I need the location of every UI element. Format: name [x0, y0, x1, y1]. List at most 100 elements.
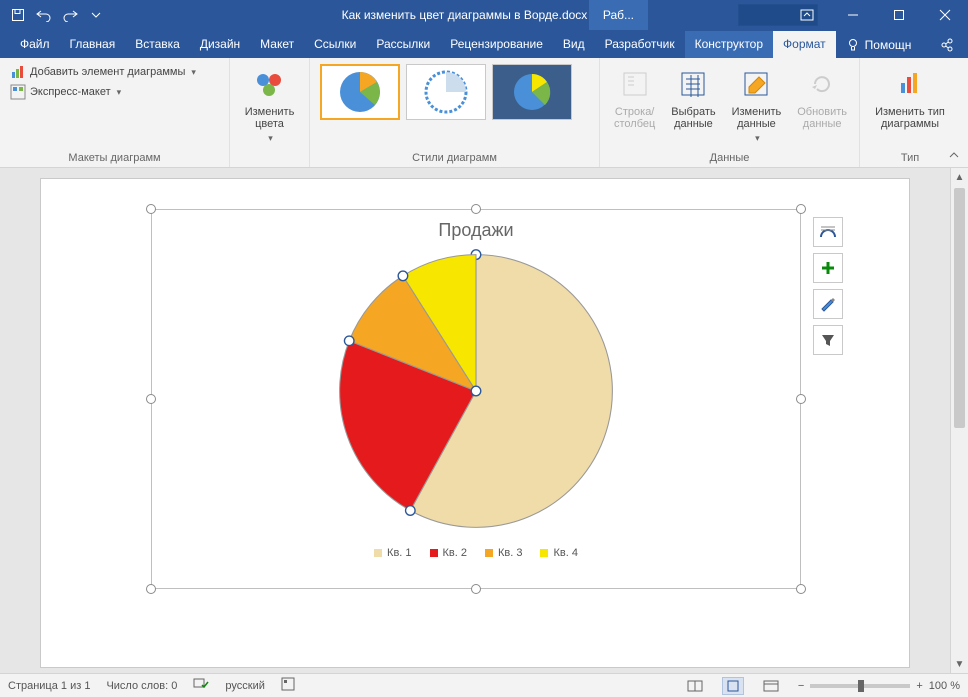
change-colors-label: Изменить цвета: [244, 106, 295, 130]
edit-data-label: Изменить данные: [732, 106, 782, 130]
legend-item[interactable]: Кв. 1: [374, 547, 411, 559]
status-macro-icon[interactable]: [281, 677, 295, 694]
group-label-layouts: Макеты диаграмм: [6, 150, 223, 167]
tab-layout[interactable]: Макет: [250, 31, 304, 58]
zoom-slider[interactable]: [810, 684, 910, 688]
close-button[interactable]: [922, 0, 968, 30]
tab-design[interactable]: Дизайн: [190, 31, 250, 58]
legend-label: Кв. 2: [443, 547, 467, 559]
legend-label: Кв. 4: [553, 547, 577, 559]
refresh-data: Обновить данные: [789, 62, 855, 148]
zoom-in[interactable]: +: [916, 680, 922, 692]
pie-chart[interactable]: [326, 241, 626, 541]
tab-chart-format[interactable]: Формат: [773, 31, 836, 58]
undo-button[interactable]: [32, 3, 56, 27]
chart-title[interactable]: Продажи: [152, 220, 800, 241]
vertical-scrollbar[interactable]: ▲ ▼: [950, 168, 968, 673]
minimize-button[interactable]: [830, 0, 876, 30]
legend-swatch: [374, 549, 382, 557]
group-label-styles: Стили диаграмм: [316, 150, 593, 167]
maximize-button[interactable]: [876, 0, 922, 30]
tab-developer[interactable]: Разработчик: [595, 31, 685, 58]
share-button[interactable]: [926, 32, 968, 58]
view-web-layout[interactable]: [760, 677, 782, 695]
resize-handle[interactable]: [796, 584, 806, 594]
legend-item[interactable]: Кв. 3: [485, 547, 522, 559]
status-spellcheck-icon[interactable]: [193, 677, 209, 694]
change-type-icon: [892, 66, 928, 102]
layout-options-button[interactable]: [813, 217, 843, 247]
switch-icon: [617, 66, 653, 102]
switch-label: Строка/столбец: [614, 106, 655, 130]
scroll-up[interactable]: ▲: [951, 168, 968, 186]
resize-handle[interactable]: [146, 584, 156, 594]
tab-view[interactable]: Вид: [553, 31, 595, 58]
share-icon: [940, 38, 954, 52]
change-colors[interactable]: Изменить цвета ▾: [236, 62, 303, 148]
chevron-down-icon: ▾: [117, 87, 122, 98]
refresh-label: Обновить данные: [797, 106, 847, 130]
refresh-icon: [804, 66, 840, 102]
change-colors-icon: [252, 66, 288, 102]
chart-tools-context-tab: Раб...: [589, 0, 648, 30]
legend-item[interactable]: Кв. 4: [540, 547, 577, 559]
legend-label: Кв. 1: [387, 547, 411, 559]
add-chart-element[interactable]: Добавить элемент диаграммы ▾: [6, 62, 223, 82]
select-data-icon: [675, 66, 711, 102]
add-element-icon: [10, 64, 26, 80]
tab-mailings[interactable]: Рассылки: [366, 31, 440, 58]
legend-swatch: [430, 549, 438, 557]
ribbon-display-options[interactable]: [784, 0, 830, 30]
tell-me-label: Помощн: [865, 38, 912, 52]
resize-handle[interactable]: [471, 584, 481, 594]
resize-handle[interactable]: [796, 204, 806, 214]
legend-item[interactable]: Кв. 2: [430, 547, 467, 559]
tell-me[interactable]: Помощн: [836, 32, 922, 58]
tab-references[interactable]: Ссылки: [304, 31, 366, 58]
quick-layout-label: Экспресс-макет: [30, 86, 111, 98]
chevron-down-icon: ▾: [191, 67, 196, 78]
lightbulb-icon: [846, 38, 860, 52]
resize-handle[interactable]: [471, 204, 481, 214]
document-page[interactable]: Продажи Кв. 1 Кв. 2 Кв. 3 Кв. 4: [40, 178, 910, 668]
tab-home[interactable]: Главная: [60, 31, 126, 58]
change-type-label: Изменить тип диаграммы: [874, 106, 946, 130]
edit-data-icon: [738, 66, 774, 102]
chart-style-3[interactable]: [492, 64, 572, 120]
view-read-mode[interactable]: [684, 677, 706, 695]
quick-layout[interactable]: Экспресс-макет ▾: [6, 82, 223, 102]
legend-label: Кв. 3: [498, 547, 522, 559]
status-page[interactable]: Страница 1 из 1: [8, 680, 90, 692]
tab-review[interactable]: Рецензирование: [440, 31, 553, 58]
chevron-down-icon: ▾: [755, 134, 760, 144]
status-word-count[interactable]: Число слов: 0: [106, 680, 177, 692]
chart-elements-button[interactable]: [813, 253, 843, 283]
collapse-ribbon[interactable]: [946, 147, 962, 163]
chart-legend[interactable]: Кв. 1 Кв. 2 Кв. 3 Кв. 4: [152, 547, 800, 559]
chart-object[interactable]: Продажи Кв. 1 Кв. 2 Кв. 3 Кв. 4: [151, 209, 801, 589]
view-print-layout[interactable]: [722, 677, 744, 695]
scroll-thumb[interactable]: [954, 188, 965, 428]
change-chart-type[interactable]: Изменить тип диаграммы: [866, 62, 954, 134]
scroll-down[interactable]: ▼: [951, 655, 968, 673]
resize-handle[interactable]: [146, 204, 156, 214]
chart-filters-button[interactable]: [813, 325, 843, 355]
edit-data[interactable]: Изменить данные ▾: [724, 62, 790, 148]
redo-button[interactable]: [58, 3, 82, 27]
quick-layout-icon: [10, 84, 26, 100]
qat-customize[interactable]: [84, 3, 108, 27]
chevron-down-icon: ▾: [268, 134, 273, 144]
select-data[interactable]: Выбрать данные: [663, 62, 723, 148]
status-language[interactable]: русский: [225, 680, 264, 692]
save-button[interactable]: [6, 3, 30, 27]
select-data-label: Выбрать данные: [671, 106, 715, 130]
add-element-label: Добавить элемент диаграммы: [30, 66, 185, 78]
chart-style-1[interactable]: [320, 64, 400, 120]
zoom-out[interactable]: −: [798, 680, 804, 692]
chart-styles-button[interactable]: [813, 289, 843, 319]
tab-insert[interactable]: Вставка: [125, 31, 190, 58]
chart-style-2[interactable]: [406, 64, 486, 120]
tab-chart-design[interactable]: Конструктор: [685, 31, 773, 58]
tab-file[interactable]: Файл: [10, 31, 60, 58]
zoom-level[interactable]: 100 %: [929, 680, 960, 692]
